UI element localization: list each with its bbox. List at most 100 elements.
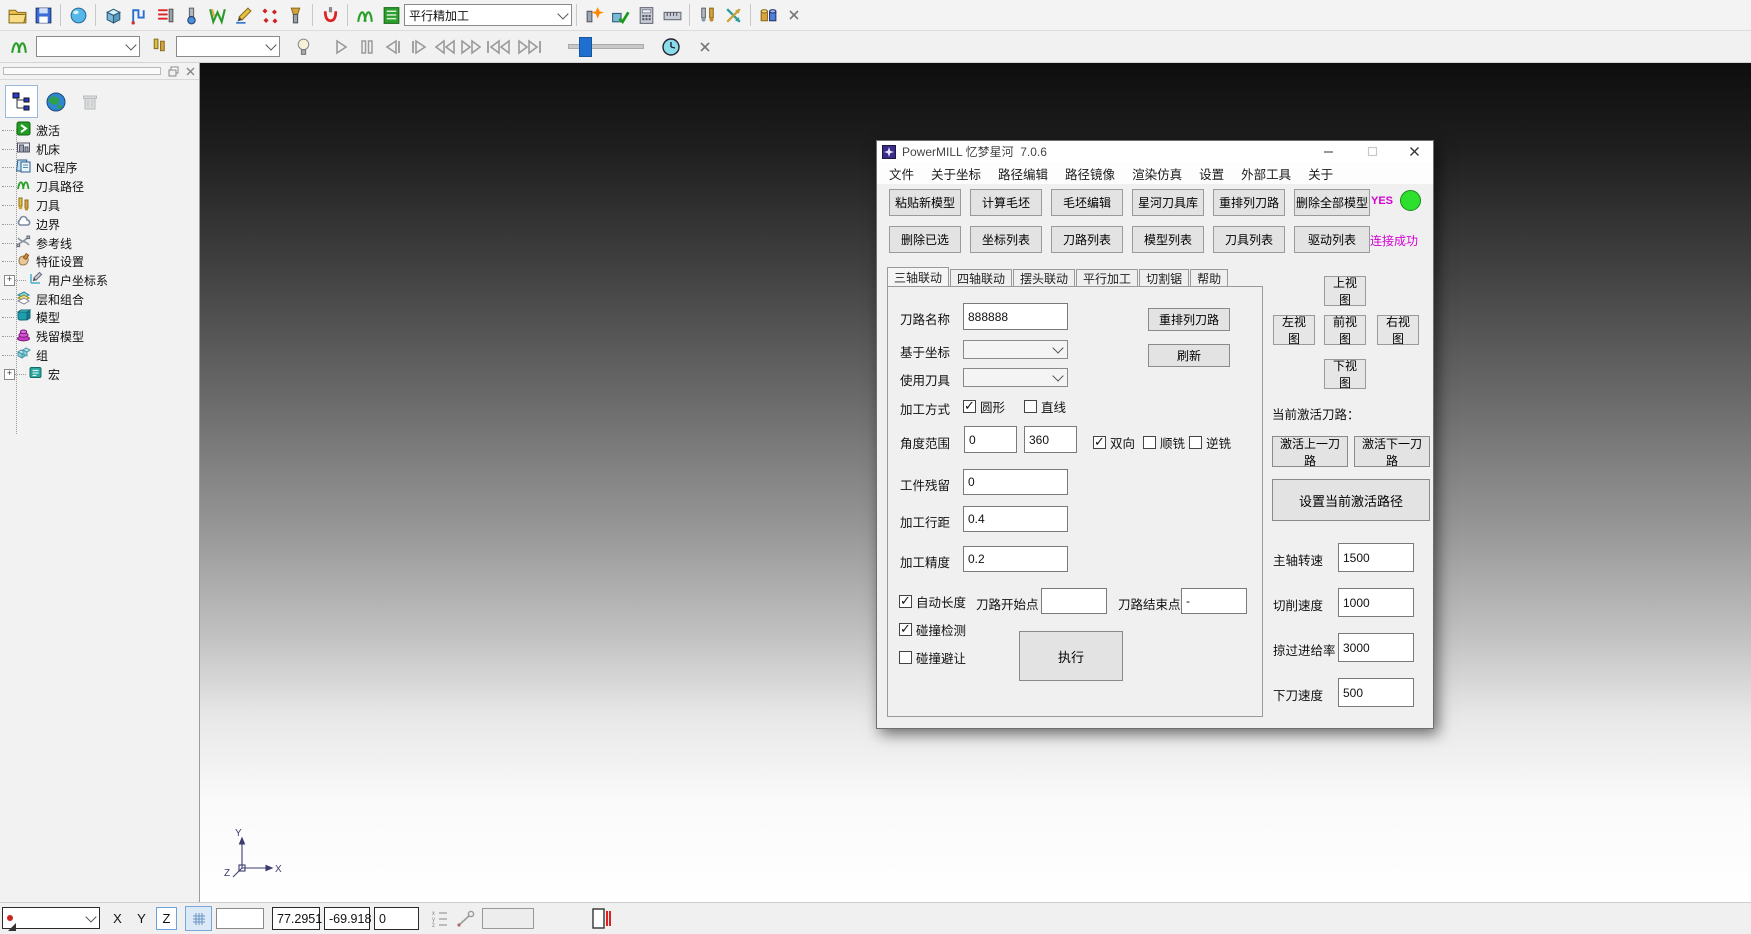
- collision-check-check[interactable]: 碰撞检测: [899, 620, 966, 639]
- tree-item-boundaries[interactable]: 边界: [2, 215, 198, 233]
- execute-button[interactable]: 执行: [1019, 631, 1123, 681]
- fast-forward-icon[interactable]: [458, 34, 484, 60]
- tab-3axis[interactable]: 三轴联动: [887, 267, 949, 287]
- tool-library-button[interactable]: 星河刀具库: [1132, 189, 1204, 216]
- mode-circle-check[interactable]: 圆形: [963, 397, 1005, 416]
- block-edit-button[interactable]: 毛坯编辑: [1051, 189, 1123, 216]
- web-view-button[interactable]: [39, 85, 72, 118]
- drawing-icon[interactable]: [230, 2, 256, 28]
- probe-point-icon[interactable]: [456, 909, 476, 932]
- end-point-input[interactable]: [1181, 588, 1247, 614]
- expand-icon[interactable]: +: [4, 275, 15, 286]
- block-icon[interactable]: [100, 2, 126, 28]
- menu-settings[interactable]: 设置: [1199, 164, 1224, 183]
- toolpath-list-button[interactable]: 刀路列表: [1051, 226, 1123, 253]
- simulate-check-icon[interactable]: [607, 2, 633, 28]
- tolerance-field[interactable]: [482, 908, 534, 929]
- paste-model-button[interactable]: 粘贴新模型: [889, 189, 961, 216]
- view-front-button[interactable]: 前视图: [1324, 315, 1366, 345]
- menu-path-edit[interactable]: 路径编辑: [998, 164, 1048, 183]
- view-left-button[interactable]: 左视图: [1273, 315, 1315, 345]
- tree-item-macros[interactable]: + 宏: [2, 365, 198, 383]
- angle-from-input[interactable]: [964, 426, 1017, 453]
- dialog-titlebar[interactable]: PowerMILL 忆梦星河 7.0.6: [877, 141, 1433, 162]
- transform-arrows-icon[interactable]: [720, 2, 746, 28]
- collision-avoid-check[interactable]: 碰撞避让: [899, 648, 966, 667]
- tree-view-button[interactable]: [5, 85, 38, 118]
- feeds-and-speeds-icon[interactable]: [152, 2, 178, 28]
- tab-parallel[interactable]: 平行加工: [1076, 269, 1138, 286]
- drive-list-button[interactable]: 驱动列表: [1294, 226, 1370, 253]
- delete-selected-button[interactable]: 删除已选: [889, 226, 961, 253]
- delete-all-models-button[interactable]: 删除全部模型: [1294, 189, 1370, 216]
- stock-input[interactable]: [963, 469, 1068, 495]
- tool-pair-icon[interactable]: [694, 2, 720, 28]
- axis-x-button[interactable]: X: [107, 907, 128, 930]
- xyz-list-icon[interactable]: xyz: [432, 909, 450, 932]
- speed-slider[interactable]: [568, 44, 644, 49]
- cutting-feed-input[interactable]: [1338, 588, 1414, 617]
- sim-toolpath-combo[interactable]: [36, 36, 140, 57]
- tree-item-machine[interactable]: 机床: [2, 140, 198, 158]
- active-strategy-combo[interactable]: 平行精加工: [404, 4, 572, 26]
- conventional-check[interactable]: 逆铣: [1189, 433, 1231, 452]
- collision-check-icon[interactable]: [317, 2, 343, 28]
- set-active-path-button[interactable]: 设置当前激活路径: [1272, 479, 1430, 521]
- plunge-feed-input[interactable]: [1338, 678, 1414, 707]
- tree-item-stock-models[interactable]: 残留模型: [2, 327, 198, 345]
- tree-item-toolpaths[interactable]: 刀具路径: [2, 177, 198, 195]
- go-end-icon[interactable]: [514, 34, 544, 60]
- next-toolpath-button[interactable]: 激活下一刀路: [1354, 436, 1430, 467]
- bidirectional-checkbox[interactable]: [1093, 436, 1106, 449]
- menu-render-sim[interactable]: 渲染仿真: [1132, 164, 1182, 183]
- minimize-button[interactable]: [1313, 141, 1343, 161]
- rearrange-toolpaths-button[interactable]: 重排列刀路: [1213, 189, 1285, 216]
- toolpath-spring-icon[interactable]: [6, 34, 32, 60]
- step-back-icon[interactable]: [380, 34, 406, 60]
- maximize-button[interactable]: [1357, 141, 1387, 161]
- climb-check[interactable]: 顺铣: [1143, 433, 1185, 452]
- float-panel-icon[interactable]: [168, 66, 179, 80]
- tree-item-levels-and-sets[interactable]: 层和组合: [2, 290, 198, 308]
- speed-slider-handle[interactable]: [579, 37, 592, 57]
- pause-icon[interactable]: [354, 34, 380, 60]
- tree-item-patterns[interactable]: 参考线: [2, 234, 198, 252]
- close-toolbar-icon[interactable]: [781, 2, 807, 28]
- step-forward-icon[interactable]: [406, 34, 432, 60]
- bidirectional-check[interactable]: 双向: [1093, 433, 1135, 452]
- tree-item-workplanes[interactable]: + 用户坐标系: [2, 271, 198, 289]
- clipboard-icon[interactable]: [590, 906, 612, 934]
- collision-avoid-checkbox[interactable]: [899, 651, 912, 664]
- conventional-checkbox[interactable]: [1189, 436, 1202, 449]
- spindle-speed-input[interactable]: [1338, 543, 1414, 572]
- auto-length-check[interactable]: 自动长度: [899, 592, 966, 611]
- tab-head-swing[interactable]: 摆头联动: [1013, 269, 1075, 286]
- view-right-button[interactable]: 右视图: [1377, 315, 1419, 345]
- recycle-bin-button[interactable]: [73, 85, 106, 118]
- panel-scrollbar[interactable]: [3, 67, 161, 75]
- skim-feed-input[interactable]: [1338, 633, 1414, 662]
- stepover-input[interactable]: [963, 506, 1068, 532]
- open-file-icon[interactable]: [4, 2, 30, 28]
- coord-combo[interactable]: [963, 340, 1068, 359]
- collision-check-checkbox[interactable]: [899, 623, 912, 636]
- refresh-button[interactable]: 刷新: [1148, 344, 1230, 367]
- toolpath-spring-icon[interactable]: [352, 2, 378, 28]
- tool-small-icon[interactable]: [146, 34, 172, 60]
- strategy-list-icon[interactable]: [378, 2, 404, 28]
- tree-item-feature-sets[interactable]: 特征设置: [2, 252, 198, 270]
- grid-size-input[interactable]: [216, 908, 264, 929]
- start-point-input[interactable]: [1041, 588, 1107, 614]
- calc-block-button[interactable]: 计算毛坯: [970, 189, 1042, 216]
- tree-item-groups[interactable]: 组: [2, 346, 198, 364]
- coord-z-value[interactable]: 0: [374, 907, 419, 930]
- close-toolbar-icon[interactable]: [692, 34, 718, 60]
- shaded-view-icon[interactable]: [65, 2, 91, 28]
- tab-help[interactable]: 帮助: [1190, 269, 1228, 286]
- tab-saw[interactable]: 切割锯: [1139, 269, 1189, 286]
- save-icon[interactable]: [30, 2, 56, 28]
- tree-item-models[interactable]: 模型: [2, 308, 198, 326]
- go-start-icon[interactable]: [484, 34, 514, 60]
- menu-about[interactable]: 关于: [1308, 164, 1333, 183]
- coord-list-button[interactable]: 坐标列表: [970, 226, 1042, 253]
